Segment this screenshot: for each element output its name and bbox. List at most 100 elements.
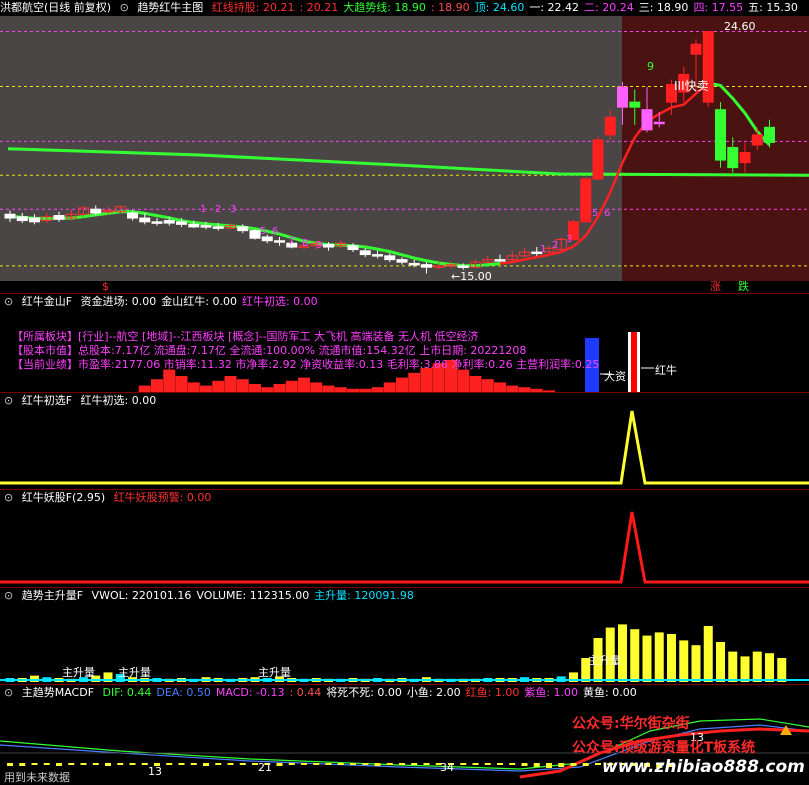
field-7: 紫鱼: 1.00 [524, 686, 579, 699]
macd-bar [68, 763, 75, 765]
field-4: 将死不死: 0.00 [326, 686, 402, 699]
count-mark: 2 [552, 240, 558, 251]
settings-icon[interactable]: ⊙ [4, 491, 13, 504]
count-mark: 9 [316, 240, 322, 251]
fund-bar [310, 382, 323, 392]
count-mark: 1 [540, 244, 546, 255]
field-2: 主升量: 120091.98 [314, 589, 414, 602]
main-price-chart[interactable]: 24.60←15.00III快卖9涨 跌$1 2 35 67 8 9 1 235 6 [0, 16, 809, 293]
macd-bar [7, 763, 13, 766]
macd-bar [141, 763, 148, 765]
watermark-site: www.zhibiao888.com [602, 757, 805, 777]
field-2: MACD: -0.13 [215, 686, 285, 699]
candle-body [16, 216, 28, 222]
count-mark: 5 [592, 208, 598, 219]
field-3: : 18.90 [430, 1, 470, 14]
macd-bar [92, 763, 99, 765]
candle-body [653, 121, 665, 125]
chuxuan-title[interactable]: 红牛初选F [22, 394, 72, 407]
die-label: 跌 [738, 279, 749, 293]
count-mark: 6 [604, 208, 610, 219]
volume-bar [740, 656, 750, 682]
macd-bar [399, 763, 405, 765]
macd-bar [497, 763, 503, 765]
fund-bar [236, 379, 249, 392]
fund-bar [469, 376, 482, 392]
candle-body [188, 223, 200, 228]
hong-niu-label: 红牛 [655, 364, 677, 377]
candle-body [53, 215, 65, 220]
candle-body [261, 236, 273, 242]
main-header-values: 红线持股: 20.21: 20.21 大趋势线: 18.90: 18.90 顶: 2… [212, 1, 803, 14]
volume-bar [716, 642, 725, 682]
settings-icon[interactable]: ⊙ [4, 394, 13, 407]
fund-bar [481, 379, 494, 392]
macd-bar [203, 763, 209, 766]
volume-bar [642, 635, 652, 682]
volume-bar [679, 640, 689, 682]
candle-body [200, 225, 212, 228]
chuxuan-chart[interactable] [0, 409, 809, 489]
count-mark: 6 [272, 226, 278, 237]
yaogu-chart[interactable] [0, 506, 809, 587]
candle-body [764, 126, 775, 143]
macd-bar [43, 763, 50, 765]
future-data-note: 用到未来数据 [4, 771, 70, 784]
da-zi-label: 大资 [604, 370, 626, 383]
settings-icon[interactable]: ⊙ [4, 295, 13, 308]
macd-bar [313, 763, 320, 765]
macd-title[interactable]: 主趋势MACDF [22, 686, 94, 699]
low-label: ←15.00 [451, 270, 492, 283]
candle-body [4, 213, 16, 219]
field-1: VOLUME: 112315.00 [196, 589, 310, 602]
fund-bar [408, 372, 421, 392]
yaogu-title[interactable]: 红牛妖股F(2.95) [22, 491, 105, 504]
info-line-earnings: 【当前业绩】市盈率:2177.06 市销率:11.32 市净率:2.92 净资收… [12, 358, 600, 371]
field-2: 红牛初选: 0.00 [241, 295, 318, 308]
candle-body [139, 217, 151, 223]
macd-bar [472, 763, 479, 765]
field-0: 红牛妖股预警: 0.00 [113, 491, 212, 504]
candle-body [690, 43, 702, 55]
watermark-wechat-2: 公众号:顶级游资量化T板系统 [572, 740, 756, 756]
candle-body [323, 244, 334, 248]
settings-icon[interactable]: ⊙ [4, 686, 13, 699]
count-mark: 1 [200, 204, 206, 215]
count-mark: 8 [302, 238, 308, 249]
settings-icon[interactable]: ⊙ [4, 589, 13, 602]
macd-bar [190, 763, 197, 765]
fund-bar [224, 376, 237, 392]
count-21: 21 [258, 761, 272, 774]
macd-bar [227, 763, 234, 765]
zhang-label: 涨 [710, 280, 721, 293]
yaogu-panel: ⊙ 红牛妖股F(2.95) 红牛妖股预警: 0.00 [0, 490, 809, 587]
macd-bar [533, 763, 540, 767]
dollar-label: $ [102, 280, 109, 293]
fund-bar [273, 384, 286, 392]
fund-bar [151, 379, 163, 392]
volume-bar [703, 626, 713, 682]
settings-icon[interactable]: ⊙ [120, 1, 129, 14]
candle-body [715, 109, 726, 161]
candle-body [176, 221, 187, 225]
indicator-name[interactable]: 趋势红牛主图 [137, 1, 203, 14]
hong-niu-bar-red [631, 332, 637, 392]
candle-body [90, 208, 102, 214]
info-line-capital: 【股本市值】总股本:7.17亿 流通盘:7.17亿 全流通:100.00% 流通… [12, 344, 527, 357]
chuxuan-header: ⊙ 红牛初选F 红牛初选: 0.00 [0, 393, 166, 409]
high-label: 24.60 [724, 20, 756, 33]
shengliang-title[interactable]: 趋势主升量F [22, 589, 83, 602]
jinshan-title[interactable]: 红牛金山F [22, 295, 72, 308]
count-mark: 2 [215, 204, 221, 215]
field-6: 红鱼: 1.00 [465, 686, 520, 699]
stock-name[interactable]: 洪都航空(日线 前复权) [0, 1, 111, 14]
macd-bar [215, 763, 222, 765]
field-6: 二: 20.24 [584, 1, 634, 14]
volume-bar [752, 651, 762, 682]
volume-chart[interactable]: 主升量 主升量 主升量主升量 [0, 604, 809, 684]
field-1: : 20.21 [299, 1, 339, 14]
field-1: DEA: 0.50 [156, 686, 211, 699]
volume-bar [777, 658, 787, 682]
count-mark: 3 [230, 204, 236, 215]
fund-bar [212, 380, 225, 392]
